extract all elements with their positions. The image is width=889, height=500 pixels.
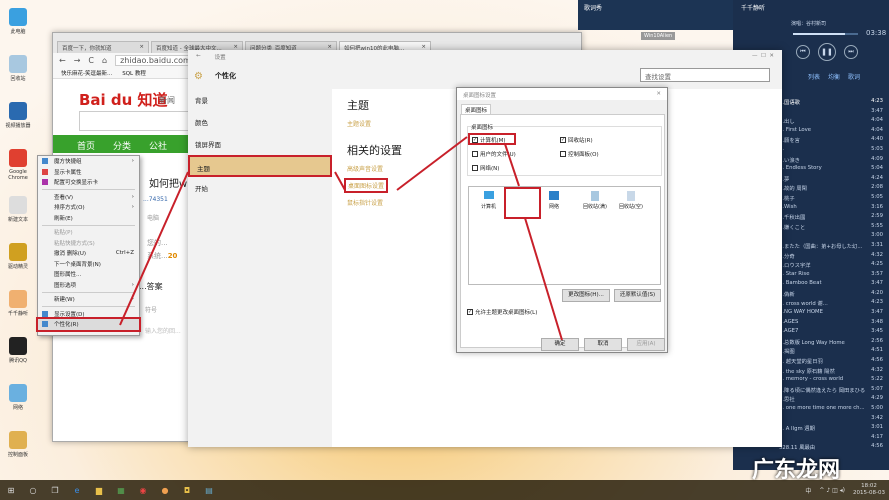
tray-icons[interactable]: ^ ♪ ◫ ◂) — [819, 487, 845, 494]
arrow-line — [334, 171, 346, 191]
app-icon[interactable]: ◘ — [176, 486, 198, 495]
arrow-line — [119, 171, 189, 326]
app-icon[interactable]: ▦ — [110, 486, 132, 495]
edge-icon[interactable]: e — [66, 486, 88, 495]
explorer-icon[interactable]: ▆ — [88, 486, 110, 495]
task-view-icon[interactable]: ❐ — [44, 486, 66, 495]
ttplayer-icon[interactable]: ● — [154, 486, 176, 495]
taskbar: ⊞ ○ ❐ e ▆ ▦ ◉ ● ◘ ▤ 中 ^ ♪ ◫ ◂) 18:02 2015… — [0, 480, 889, 500]
arrow-line — [396, 136, 468, 191]
annotation-arrows — [119, 136, 563, 341]
search-icon[interactable]: ○ — [22, 486, 44, 495]
arrow-line — [524, 217, 563, 341]
clock[interactable]: 18:02 2015-08-03 — [853, 483, 889, 497]
ime-indicator[interactable]: 中 — [805, 486, 811, 495]
arrow-line — [504, 143, 520, 187]
start-icon[interactable]: ⊞ — [0, 486, 22, 495]
chrome-icon[interactable]: ◉ — [132, 486, 154, 495]
app-icon[interactable]: ▤ — [198, 486, 220, 495]
